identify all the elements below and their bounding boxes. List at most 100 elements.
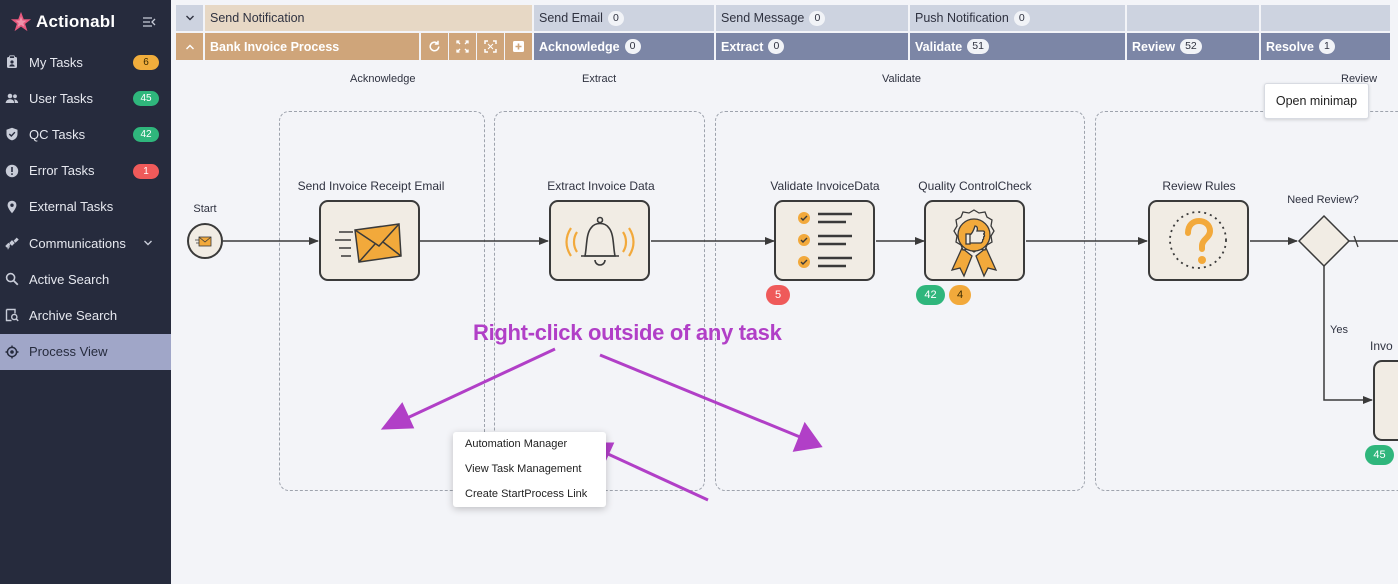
stage-label: Review (1132, 39, 1176, 54)
gateway-label: Need Review? (1287, 194, 1359, 206)
error-tasks-count-badge: 1 (133, 163, 159, 179)
qc-count-badge[interactable]: 42 (916, 285, 945, 305)
envelope-icon (335, 223, 402, 263)
collapse-sidebar-icon[interactable] (141, 14, 157, 30)
user-tasks-count-badge: 45 (133, 91, 159, 107)
pending-count-badge[interactable]: 4 (949, 285, 971, 305)
sidebar-item-communications[interactable]: Communications (0, 225, 171, 261)
flow-connectors (187, 214, 1398, 404)
stage-header-send-message[interactable]: Send Message 0 (716, 5, 908, 31)
sidebar-item-label: Active Search (29, 271, 110, 287)
task-label: Review Rules (1162, 179, 1236, 193)
sidebar-item-archive-search[interactable]: Archive Search (0, 297, 171, 333)
task-review-rules[interactable] (1148, 200, 1249, 281)
refresh-button[interactable] (421, 33, 448, 60)
chevron-down-icon[interactable] (143, 238, 153, 248)
yes-branch-label: Yes (1330, 324, 1348, 336)
target-icon (5, 345, 19, 358)
stage-count: 52 (1180, 39, 1202, 54)
fit-view-icon (456, 40, 469, 53)
fit-view-button[interactable] (449, 33, 476, 60)
sidebar: Actionabl My Tasks 6 User Tasks 45 QC Ta… (0, 0, 171, 584)
expand-process-button[interactable] (176, 5, 203, 31)
chevron-up-icon (185, 44, 194, 49)
shield-check-icon (6, 128, 18, 141)
stage-label: Resolve (1266, 39, 1314, 54)
need-review-gateway (1297, 214, 1351, 268)
stage-header-extract[interactable]: Extract 0 (716, 33, 908, 60)
search-icon (5, 272, 19, 286)
my-tasks-count-badge: 6 (133, 55, 159, 70)
stage-count: 51 (967, 39, 989, 54)
stage-header-push-notification[interactable]: Push Notification 0 (910, 5, 1125, 31)
bell-icon (565, 216, 635, 266)
context-menu: Automation Manager View Task Management … (453, 432, 606, 507)
sidebar-item-qc-tasks[interactable]: QC Tasks 42 (0, 116, 171, 152)
sidebar-item-label: My Tasks (29, 54, 83, 70)
refresh-icon (429, 40, 440, 52)
map-pin-icon (7, 200, 17, 213)
process-header-send-notification[interactable]: Send Notification (205, 5, 532, 31)
clipboard-icon (7, 55, 17, 68)
add-task-icon (513, 41, 524, 52)
stage-header-acknowledge[interactable]: Acknowledge 0 (534, 33, 714, 60)
add-task-button[interactable] (505, 33, 532, 60)
task-validate-invoice-data[interactable] (774, 200, 875, 281)
alert-circle-icon (5, 164, 19, 177)
stage-label: Validate (915, 39, 963, 54)
stage-label: Send Message (721, 11, 805, 25)
sidebar-item-label: Error Tasks (29, 163, 95, 179)
sidebar-item-error-tasks[interactable]: Error Tasks 1 (0, 153, 171, 189)
task-label: Invo (1370, 339, 1393, 353)
sidebar-item-label: Process View (29, 344, 108, 360)
stage-header-review[interactable]: Review 52 (1127, 33, 1259, 60)
sidebar-item-user-tasks[interactable]: User Tasks 45 (0, 80, 171, 116)
chevron-down-icon (185, 15, 194, 21)
fullscreen-button[interactable] (477, 33, 504, 60)
stage-count: 0 (1013, 10, 1030, 26)
context-menu-view-task-management[interactable]: View Task Management (453, 462, 606, 487)
sidebar-item-label: User Tasks (29, 90, 94, 106)
process-name: Bank Invoice Process (210, 39, 340, 54)
stage-header-validate[interactable]: Validate 51 (910, 33, 1125, 60)
checklist-icon (798, 212, 852, 268)
task-count-badge[interactable]: 45 (1365, 445, 1394, 465)
process-header-bank-invoice[interactable]: Bank Invoice Process (205, 33, 419, 60)
collapse-process-button[interactable] (176, 33, 203, 60)
sidebar-item-label: Archive Search (29, 307, 118, 323)
sidebar-item-active-search[interactable]: Active Search (0, 261, 171, 297)
sidebar-nav: My Tasks 6 User Tasks 45 QC Tasks 42 Err… (0, 44, 171, 370)
sidebar-item-label: External Tasks (29, 199, 114, 215)
sidebar-item-my-tasks[interactable]: My Tasks 6 (0, 44, 171, 80)
archive-search-icon (5, 309, 19, 322)
question-icon (1169, 211, 1227, 269)
stage-label: Extract (721, 39, 764, 54)
open-minimap-button[interactable]: Open minimap (1264, 83, 1369, 119)
task-label: Send Invoice Receipt Email (297, 179, 445, 193)
task-quality-control-check[interactable] (924, 200, 1025, 281)
stage-label: Push Notification (915, 11, 1009, 25)
task-send-invoice-receipt-email[interactable] (319, 200, 420, 281)
task-invoice-partial[interactable] (1373, 360, 1398, 441)
stage-count: 0 (624, 39, 641, 54)
stage-header-send-email[interactable]: Send Email 0 (534, 5, 714, 31)
process-name: Send Notification (210, 11, 305, 25)
context-menu-create-startprocess-link[interactable]: Create StartProcess Link (453, 487, 606, 512)
satellite-icon (5, 237, 19, 250)
sidebar-item-label: QC Tasks (29, 126, 86, 142)
stage-label: Send Email (539, 11, 603, 25)
sidebar-item-external-tasks[interactable]: External Tasks (0, 189, 171, 225)
logo-star-icon (10, 11, 32, 32)
sidebar-item-process-view[interactable]: Process View (0, 333, 171, 370)
task-label: Extract Invoice Data (547, 179, 655, 193)
annotation-callout: Right-click outside of any task (473, 320, 782, 345)
task-extract-invoice-data[interactable] (549, 200, 650, 281)
context-menu-automation-manager[interactable]: Automation Manager (453, 437, 606, 462)
process-canvas[interactable]: Acknowledge Extract Validate Review Star… (171, 60, 1398, 584)
stage-count: 0 (809, 10, 826, 26)
brand[interactable]: Actionabl (0, 0, 171, 44)
award-icon (950, 209, 998, 278)
task-label: Quality ControlCheck (918, 179, 1032, 193)
stage-header-resolve[interactable]: Resolve 1 (1261, 33, 1390, 60)
error-count-badge[interactable]: 5 (766, 285, 790, 305)
